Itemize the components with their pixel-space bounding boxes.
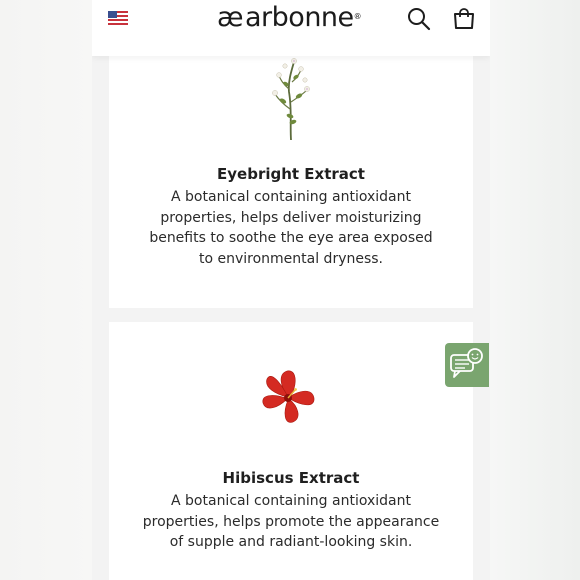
trademark-symbol: ® [353, 12, 362, 21]
ingredient-card: Hibiscus Extract A botanical containing … [109, 322, 473, 580]
page-background-right [490, 0, 580, 580]
eyebright-plant-icon [272, 58, 310, 140]
ingredient-title: Hibiscus Extract [222, 469, 360, 487]
shopping-bag-icon[interactable] [451, 6, 477, 32]
site-header: æarbonne® [92, 0, 490, 56]
ingredient-description: A botanical containing antioxidant prope… [149, 189, 433, 267]
brand-name: arbonne [245, 2, 354, 33]
chat-support-button[interactable] [445, 343, 489, 387]
chat-support-icon [450, 348, 483, 378]
brand-mark: æ [217, 2, 244, 33]
hibiscus-flower-icon [262, 370, 315, 423]
ingredient-card: Eyebright Extract A botanical containing… [109, 40, 473, 308]
page-background-left [0, 0, 92, 580]
ingredient-title: Eyebright Extract [217, 165, 365, 183]
search-icon[interactable] [406, 6, 432, 32]
mobile-viewport: æarbonne® Eyebright Extract A botanical … [92, 0, 490, 580]
ingredient-description: A botanical containing antioxidant prope… [142, 493, 440, 550]
us-flag-icon[interactable] [108, 11, 128, 25]
brand-logo[interactable]: æarbonne® [217, 2, 362, 33]
